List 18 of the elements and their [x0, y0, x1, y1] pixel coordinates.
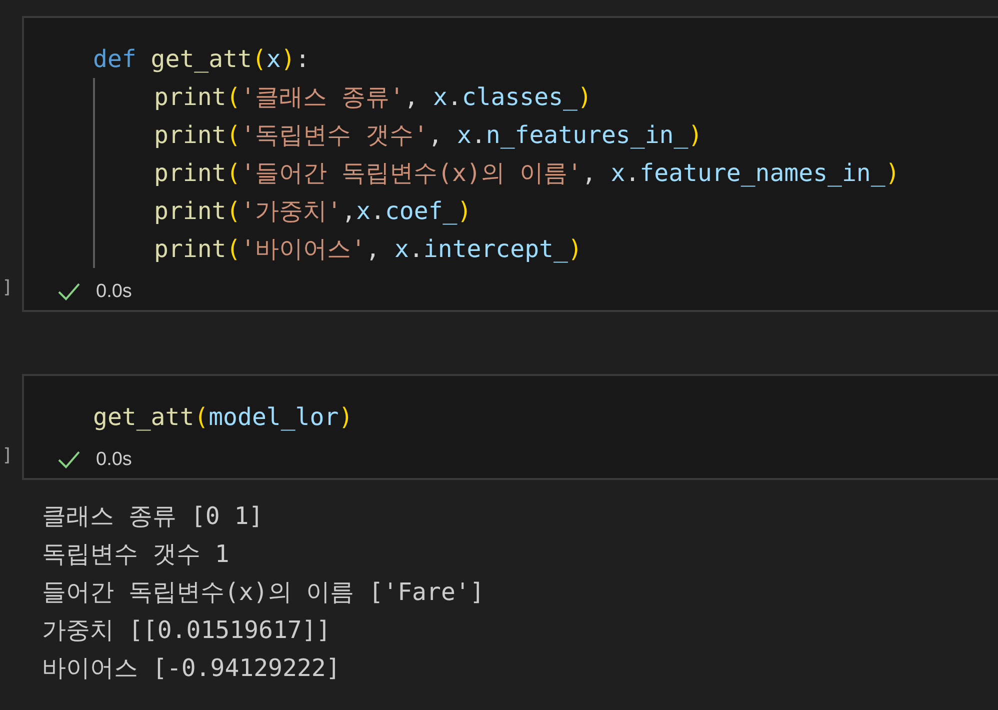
code-line: print('가중치',x.coef_) — [154, 196, 473, 227]
output-line: 클래스 종류 [0 1] — [42, 501, 264, 532]
code-cell[interactable]: def get_att(x): print('클래스 종류', x.classes_) print('독립변수 갯수', x.n_features_in_) print('들어간 독립변수(x)의 이름', x.feature_names_in_) print('가중치',x.coef_) print('바이어스', x.intercept_) 0.0s — [22, 16, 998, 312]
code-line: def get_att(x): — [93, 44, 311, 75]
code-line: print('클래스 종류', x.classes_) — [154, 82, 593, 113]
execution-count: ] — [2, 446, 13, 466]
execution-count: ] — [2, 278, 13, 298]
execution-time: 0.0s — [96, 281, 132, 303]
execution-time: 0.0s — [96, 449, 132, 471]
output-line: 독립변수 갯수 1 — [42, 539, 230, 570]
output-line: 들어간 독립변수(x)의 이름 ['Fare'] — [42, 577, 486, 608]
code-line: print('바이어스', x.intercept_) — [154, 234, 584, 265]
output-line: 가중치 [[0.01519617]] — [42, 615, 332, 646]
output-line: 바이어스 [-0.94129222] — [42, 653, 342, 684]
code-line: get_att(model_lor) — [93, 402, 354, 433]
code-line: print('독립변수 갯수', x.n_features_in_) — [154, 120, 704, 151]
code-line: print('들어간 독립변수(x)의 이름', x.feature_names_in_) — [154, 158, 901, 189]
code-cell[interactable]: get_att(model_lor) 0.0s — [22, 374, 998, 480]
